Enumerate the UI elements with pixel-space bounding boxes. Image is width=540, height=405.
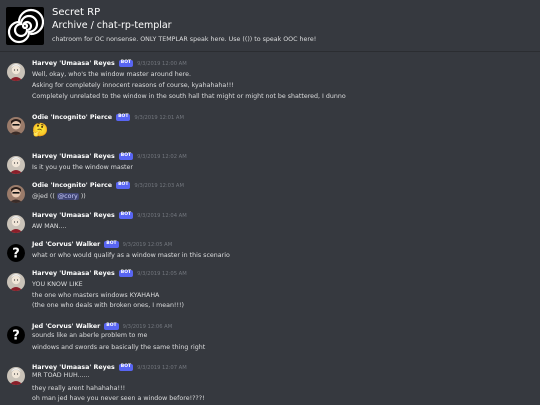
channel-path: Archive / chat-rp-templar: [52, 20, 172, 31]
avatar-odie[interactable]: [7, 117, 25, 135]
timestamp: 9/3/2019 12:01 AM: [134, 114, 184, 121]
message-text: @jed (( @cory )): [32, 193, 86, 200]
avatar-harvey[interactable]: [7, 156, 25, 174]
timestamp: 9/3/2019 12:03 AM: [134, 182, 184, 189]
timestamp: 9/3/2019 12:00 AM: [137, 60, 187, 67]
username[interactable]: Harvey 'Umaasa' Reyes: [32, 60, 115, 67]
bot-badge: BOT: [118, 364, 134, 371]
svg-text:?: ?: [12, 247, 20, 262]
timestamp: 9/3/2019 12:06 AM: [122, 323, 173, 330]
bot-badge: BOT: [104, 323, 119, 330]
message-text: they really arent hahahaha!!!: [32, 385, 126, 392]
message-text: Asking for completely innocent reasons o…: [32, 82, 234, 89]
message-text: (the one who deals with broken ones, I m…: [32, 302, 184, 309]
avatar-odie[interactable]: [7, 185, 25, 203]
message-text-suffix: )): [80, 193, 86, 200]
server-name: Secret RP: [52, 7, 101, 18]
message-text: the one who masters windows KYAHAHA: [32, 292, 160, 299]
message-text: windows and swords are basically the sam…: [32, 344, 206, 351]
message-list: Harvey 'Umaasa' Reyes BOT 9/3/2019 12:00…: [0, 55, 540, 405]
message-header: Harvey 'Umaasa' Reyes BOT 9/3/2019 12:05…: [32, 270, 187, 277]
bot-badge: BOT: [116, 182, 131, 189]
timestamp: 9/3/2019 12:04 AM: [137, 212, 187, 219]
user-mention[interactable]: @cory: [56, 193, 79, 200]
avatar-harvey[interactable]: [7, 63, 25, 81]
message-text: oh man jed have you never seen a window …: [32, 395, 205, 402]
thinking-face-icon[interactable]: 🤔: [32, 123, 48, 139]
message-header: Jed 'Corvus' Walker BOT 9/3/2019 12:05 A…: [32, 241, 172, 248]
username[interactable]: Harvey 'Umaasa' Reyes: [32, 364, 115, 371]
message-text: Completely unrelated to the window in th…: [32, 93, 346, 100]
message-text: sounds like an aberle problem to me: [32, 332, 148, 339]
message-header: Harvey 'Umaasa' Reyes BOT 9/3/2019 12:04…: [32, 212, 187, 219]
timestamp: 9/3/2019 12:02 AM: [137, 153, 187, 160]
message-text: AW MAN....: [32, 223, 67, 230]
username[interactable]: Odie 'Incognito' Pierce: [32, 182, 112, 189]
avatar-harvey[interactable]: [7, 273, 25, 291]
avatar-harvey[interactable]: [7, 215, 25, 233]
message-header: Odie 'Incognito' Pierce BOT 9/3/2019 12:…: [32, 114, 184, 121]
message-text: YOU KNOW LIKE: [32, 281, 83, 288]
bot-badge: BOT: [118, 270, 134, 277]
timestamp: 9/3/2019 12:05 AM: [122, 241, 173, 248]
bot-badge: BOT: [116, 114, 131, 121]
channel-topic: chatroom for OC nonsense. ONLY TEMPLAR s…: [52, 36, 317, 43]
message-header: Harvey 'Umaasa' Reyes BOT 9/3/2019 12:02…: [32, 153, 187, 160]
server-icon[interactable]: [6, 7, 45, 45]
bot-badge: BOT: [118, 60, 134, 67]
message-header: Harvey 'Umaasa' Reyes BOT 9/3/2019 12:00…: [32, 60, 187, 67]
message-text: what or who would qualify as a window ma…: [32, 252, 230, 259]
username[interactable]: Jed 'Corvus' Walker: [32, 241, 100, 248]
username[interactable]: Jed 'Corvus' Walker: [32, 323, 100, 330]
timestamp: 9/3/2019 12:05 AM: [137, 270, 187, 277]
avatar-jed[interactable]: ?: [7, 326, 25, 344]
svg-text:?: ?: [12, 329, 20, 344]
message-header: Odie 'Incognito' Pierce BOT 9/3/2019 12:…: [32, 182, 184, 189]
avatar-jed[interactable]: ?: [7, 244, 25, 262]
username[interactable]: Harvey 'Umaasa' Reyes: [32, 270, 115, 277]
timestamp: 9/3/2019 12:07 AM: [137, 364, 187, 371]
channel-header: Secret RP Archive / chat-rp-templar chat…: [0, 0, 540, 52]
bot-badge: BOT: [118, 153, 134, 160]
bot-badge: BOT: [118, 212, 134, 219]
username[interactable]: Harvey 'Umaasa' Reyes: [32, 153, 115, 160]
message-text: MR TOAD HUH......: [32, 372, 90, 379]
message-header: Harvey 'Umaasa' Reyes BOT 9/3/2019 12:07…: [32, 364, 187, 371]
username[interactable]: Odie 'Incognito' Pierce: [32, 114, 112, 121]
message-text: Is it you you the window master: [32, 164, 133, 171]
message-header: Jed 'Corvus' Walker BOT 9/3/2019 12:06 A…: [32, 323, 172, 330]
message-text-prefix: @jed ((: [32, 193, 55, 200]
message-text: Well, okay, who's the window master arou…: [32, 71, 191, 78]
bot-badge: BOT: [104, 241, 119, 248]
avatar-harvey[interactable]: [7, 367, 25, 385]
username[interactable]: Harvey 'Umaasa' Reyes: [32, 212, 115, 219]
